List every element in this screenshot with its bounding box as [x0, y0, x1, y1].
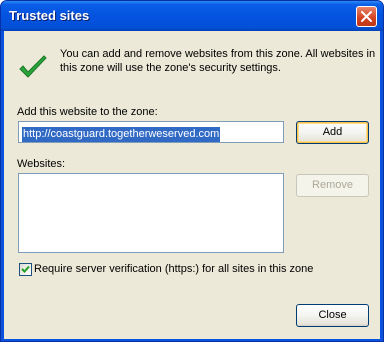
green-checkmark-icon [19, 55, 47, 78]
close-button[interactable]: Close [296, 304, 369, 327]
close-icon [361, 11, 372, 22]
website-url-value: http://coastguard.togetherweserved.com [22, 127, 221, 142]
website-url-input[interactable]: http://coastguard.togetherweserved.com [18, 121, 284, 143]
info-text-line2: this zone will use the zone's security s… [60, 62, 281, 74]
add-website-label: Add this website to the zone: [17, 106, 158, 118]
window-title: Trusted sites [9, 8, 90, 23]
dialog-body: You can add and remove websites from thi… [4, 31, 380, 339]
title-bar[interactable]: Trusted sites [1, 1, 383, 31]
info-text-line1: You can add and remove websites from thi… [60, 48, 376, 60]
websites-label: Websites: [17, 158, 66, 170]
close-window-button[interactable] [356, 6, 377, 27]
https-checkbox-label[interactable]: Require server verification (https:) for… [34, 262, 313, 276]
trusted-sites-dialog: Trusted sites You can add and remove web… [0, 0, 384, 342]
remove-button[interactable]: Remove [296, 174, 369, 197]
add-button[interactable]: Add [296, 121, 369, 144]
https-checkbox[interactable] [19, 263, 32, 276]
checkmark-icon [21, 265, 30, 273]
websites-list[interactable] [18, 173, 284, 253]
